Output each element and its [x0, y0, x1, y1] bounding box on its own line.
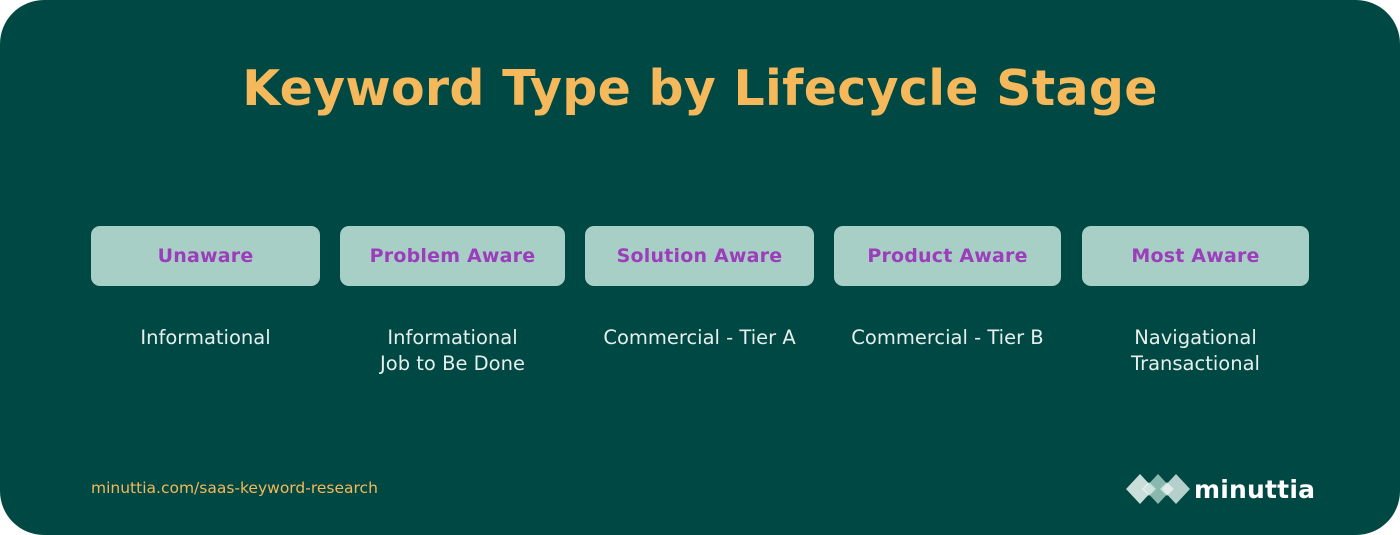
stage-label: Unaware [157, 245, 254, 267]
keyword-type: Navigational [1134, 326, 1257, 349]
stage-label: Most Aware [1131, 245, 1260, 267]
keyword-type: Commercial - Tier A [603, 326, 796, 349]
stage-box-problem-aware: Problem Aware [340, 226, 565, 286]
page-title: Keyword Type by Lifecycle Stage [242, 60, 1158, 117]
stage-box-product-aware: Product Aware [834, 226, 1061, 286]
keyword-list-problem-aware: Informational Job to Be Done [340, 325, 565, 377]
stage-label: Solution Aware [616, 245, 783, 267]
footer-url[interactable]: minuttia.com/saas-keyword-research [91, 478, 378, 498]
keyword-type: Job to Be Done [380, 352, 525, 375]
infographic-card: Keyword Type by Lifecycle Stage Unaware … [0, 0, 1400, 535]
keyword-type: Informational [140, 326, 271, 349]
stage-box-solution-aware: Solution Aware [585, 226, 814, 286]
keyword-list-most-aware: Navigational Transactional [1082, 325, 1309, 377]
stage-label: Problem Aware [369, 245, 536, 267]
stage-label: Product Aware [867, 245, 1028, 267]
keyword-list-unaware: Informational [91, 325, 320, 351]
diamond-mark-icon [1126, 470, 1190, 508]
keyword-type: Transactional [1131, 352, 1260, 375]
keyword-list-product-aware: Commercial - Tier B [834, 325, 1061, 351]
stage-box-most-aware: Most Aware [1082, 226, 1309, 286]
stage-box-unaware: Unaware [91, 226, 320, 286]
keyword-type: Informational [387, 326, 518, 349]
keyword-list-solution-aware: Commercial - Tier A [585, 325, 814, 351]
brand-logo: minuttia [1126, 470, 1315, 508]
keyword-type: Commercial - Tier B [851, 326, 1044, 349]
brand-name: minuttia [1194, 474, 1316, 504]
